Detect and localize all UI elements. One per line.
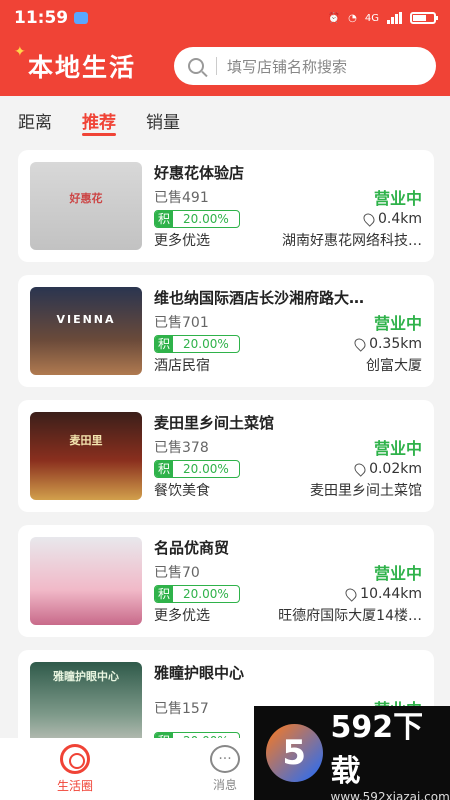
location-pin-icon <box>352 336 368 353</box>
shop-info: 名品优商贸 已售70 营业中 积 20.00% 10.44km 更多优选 旺德府… <box>154 537 422 625</box>
distance-value: 0.02km <box>369 461 422 478</box>
distance: 0.35km <box>352 336 422 353</box>
tab-sales[interactable]: 销量 <box>146 96 180 144</box>
tab-recommended[interactable]: 推荐 <box>82 96 116 144</box>
open-status: 营业中 <box>373 188 422 208</box>
points-badge-label: 积 <box>155 461 173 478</box>
signal-icon <box>387 12 402 24</box>
shop-card[interactable]: VIENNA 维也纳国际酒店长沙湘府路大… 已售701 营业中 积 20.00%… <box>18 275 434 387</box>
shop-name: 维也纳国际酒店长沙湘府路大… <box>154 289 365 307</box>
points-badge-label: 积 <box>155 211 173 228</box>
points-badge-rate: 20.00% <box>183 212 229 227</box>
shop-thumbnail: VIENNA <box>30 287 142 375</box>
watermark-brand: 592下载 <box>330 710 424 789</box>
sold-count: 已售157 <box>154 700 209 717</box>
status-time: 11:59 <box>14 8 69 28</box>
location-pin-icon <box>361 211 377 228</box>
sold-count: 已售70 <box>154 564 200 581</box>
life-circle-icon <box>60 744 90 774</box>
search-input[interactable]: 填写店铺名称搜索 <box>174 47 436 85</box>
shop-card[interactable]: 麦田里 麦田里乡间土菜馆 已售378 营业中 积 20.00% 0.02km 餐… <box>18 400 434 512</box>
thumb-logo-text: 好惠花 <box>69 192 103 205</box>
watermark-text: 592下载 www.592xiazai.com <box>331 702 450 800</box>
points-badge-label: 积 <box>155 336 173 353</box>
search-placeholder: 填写店铺名称搜索 <box>227 57 348 76</box>
watermark-url: www.592xiazai.com <box>330 790 450 800</box>
shop-card[interactable]: 好惠花 好惠花体验店 已售491 营业中 积 20.00% 0.4km 更多优选… <box>18 150 434 262</box>
sold-count: 已售378 <box>154 439 209 456</box>
sold-count: 已售701 <box>154 314 209 331</box>
shop-category: 酒店民宿 <box>154 357 210 374</box>
points-badge: 积 20.00% <box>154 585 240 604</box>
shop-thumbnail: 雅瞳护眼中心 <box>30 662 142 750</box>
points-badge: 积 20.00% <box>154 210 240 229</box>
shop-name: 名品优商贸 <box>154 539 230 557</box>
points-badge: 积 20.00% <box>154 460 240 479</box>
shop-card[interactable]: 名品优商贸 已售70 营业中 积 20.00% 10.44km 更多优选 旺德府… <box>18 525 434 637</box>
sold-count: 已售491 <box>154 189 209 206</box>
thumb-logo-text: VIENNA <box>56 313 116 326</box>
distance: 0.02km <box>352 461 422 478</box>
shop-name: 好惠花体验店 <box>154 164 245 182</box>
points-badge-rate: 20.00% <box>183 587 229 602</box>
shop-thumbnail: 麦田里 <box>30 412 142 500</box>
open-status: 营业中 <box>373 313 422 333</box>
points-badge-rate: 20.00% <box>183 462 229 477</box>
shop-category: 更多优选 <box>154 232 210 249</box>
shop-thumbnail <box>30 537 142 625</box>
sort-tabs: 距离 推荐 销量 <box>0 96 450 144</box>
app-notification-icon <box>74 12 89 24</box>
chat-icon: ··· <box>210 745 240 773</box>
nav-label: 生活圈 <box>56 779 93 793</box>
shop-name: 雅瞳护眼中心 <box>154 664 245 682</box>
shop-info: 麦田里乡间土菜馆 已售378 营业中 积 20.00% 0.02km 餐饮美食 … <box>154 412 422 500</box>
watermark-logo-icon: 5 <box>266 724 323 782</box>
sparkle-icon: ✦ <box>14 44 26 60</box>
search-icon <box>188 58 204 74</box>
shop-info: 好惠花体验店 已售491 营业中 积 20.00% 0.4km 更多优选 湖南好… <box>154 162 422 250</box>
alarm-icon: ⏰ <box>327 12 341 24</box>
open-status: 营业中 <box>373 438 422 458</box>
distance: 0.4km <box>361 211 422 228</box>
shop-info: 维也纳国际酒店长沙湘府路大… 已售701 营业中 积 20.00% 0.35km… <box>154 287 422 375</box>
shop-address: 麦田里乡间土菜馆 <box>310 482 422 499</box>
nav-label: 消息 <box>212 778 237 792</box>
shop-address: 旺德府国际大厦14楼… <box>278 607 422 624</box>
tab-distance[interactable]: 距离 <box>18 96 52 144</box>
points-badge-label: 积 <box>155 586 173 603</box>
shop-name: 麦田里乡间土菜馆 <box>154 414 275 432</box>
status-bar: 11:59 ⏰ ◔ 4G <box>0 0 450 36</box>
location-pin-icon <box>352 461 368 478</box>
shop-category: 餐饮美食 <box>154 482 210 499</box>
search-divider <box>216 57 217 75</box>
location-pin-icon <box>343 586 359 603</box>
shop-address: 湖南好惠花网络科技… <box>282 232 422 249</box>
shop-address: 创富大厦 <box>366 357 422 374</box>
points-badge: 积 20.00% <box>154 335 240 354</box>
thumb-logo-text: 雅瞳护眼中心 <box>53 670 119 683</box>
wifi-icon: ◔ <box>348 12 357 24</box>
battery-icon <box>410 12 438 24</box>
shop-list: 好惠花 好惠花体验店 已售491 营业中 积 20.00% 0.4km 更多优选… <box>18 150 434 775</box>
shop-thumbnail: 好惠花 <box>30 162 142 250</box>
site-watermark: 5 592下载 www.592xiazai.com <box>254 706 450 800</box>
points-badge-rate: 20.00% <box>183 337 229 352</box>
status-icons: ⏰ ◔ 4G <box>327 12 438 24</box>
page-title: 本地生活 <box>28 53 137 82</box>
open-status: 营业中 <box>373 563 422 583</box>
thumb-logo-text: 麦田里 <box>69 434 103 447</box>
distance-value: 0.35km <box>369 336 422 353</box>
app-header: ✦ 本地生活 填写店铺名称搜索 <box>0 36 450 96</box>
distance-value: 10.44km <box>360 586 422 603</box>
network-type: 4G <box>364 12 379 24</box>
distance-value: 0.4km <box>377 211 422 228</box>
distance: 10.44km <box>343 586 422 603</box>
shop-category: 更多优选 <box>154 607 210 624</box>
nav-life-circle[interactable]: 生活圈 <box>0 744 150 794</box>
